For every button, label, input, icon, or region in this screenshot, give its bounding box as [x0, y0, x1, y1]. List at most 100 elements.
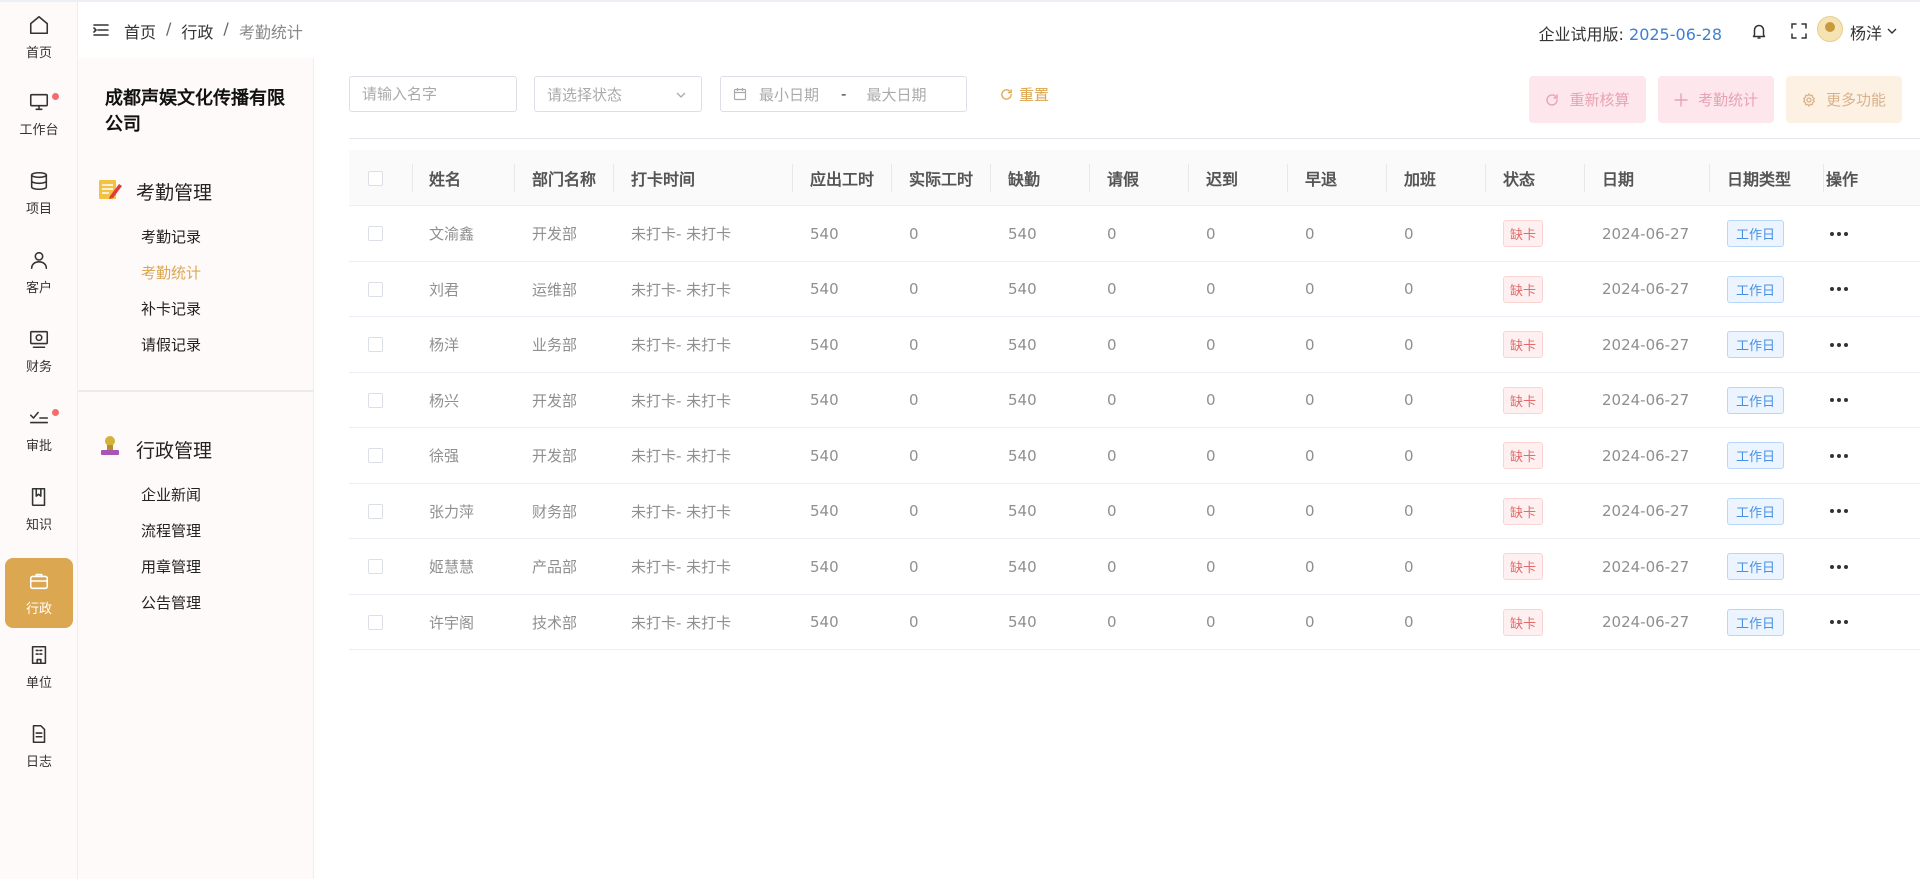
date-range-picker[interactable]: 最小日期 - 最大日期: [720, 76, 967, 112]
menu-item-seal-mgmt[interactable]: 用章管理: [141, 556, 201, 577]
menu-item-company-news[interactable]: 企业新闻: [141, 484, 201, 505]
menu-item-attendance-stats[interactable]: 考勤统计: [141, 262, 201, 283]
more-actions-icon[interactable]: [1830, 564, 1848, 569]
menu-item-process-mgmt[interactable]: 流程管理: [141, 520, 201, 541]
rail-item-unit[interactable]: 单位: [5, 632, 73, 702]
menu-item-makeup-records[interactable]: 补卡记录: [141, 298, 201, 319]
name-search-field[interactable]: [349, 76, 517, 112]
bell-icon[interactable]: [1750, 22, 1768, 40]
more-actions-icon[interactable]: [1830, 231, 1848, 236]
more-functions-button[interactable]: 更多功能: [1786, 76, 1902, 123]
cell-dept: 业务部: [532, 336, 578, 354]
more-actions-icon[interactable]: [1830, 398, 1848, 402]
cell-early-leave: 0: [1305, 280, 1315, 298]
cell-overtime: 0: [1404, 391, 1414, 409]
date-type-badge: 工作日: [1727, 553, 1785, 580]
app-rail: 首页 工作台 项目 客户 财务 审批 知识 行政 单位 日志: [0, 2, 78, 879]
cell-absent: 540: [1008, 224, 1037, 243]
column-header-status[interactable]: 状态: [1503, 150, 1535, 206]
cell-dept: 开发部: [532, 391, 578, 410]
column-header-due-hours[interactable]: 应出工时: [810, 150, 874, 206]
chevron-down-icon[interactable]: [1886, 25, 1898, 37]
column-header-actual-hours[interactable]: 实际工时: [909, 150, 973, 206]
column-header-absent[interactable]: 缺勤: [1008, 150, 1040, 206]
cell-clock-time: 未打卡- 未打卡: [631, 558, 732, 576]
cell-date: 2024-06-27: [1602, 391, 1690, 409]
cell-dept: 开发部: [532, 447, 578, 465]
cell-actual-hours: 0: [909, 224, 919, 243]
reset-button[interactable]: 重置: [1000, 84, 1049, 105]
menu-item-attendance-records[interactable]: 考勤记录: [141, 226, 201, 247]
rail-item-admin[interactable]: 行政: [5, 558, 73, 628]
username[interactable]: 杨洋: [1850, 20, 1882, 44]
column-header-name[interactable]: 姓名: [429, 150, 461, 206]
fullscreen-icon[interactable]: [1790, 22, 1808, 40]
column-header-leave[interactable]: 请假: [1107, 150, 1139, 206]
status-badge: 缺卡: [1503, 442, 1544, 469]
cell-leave: 0: [1107, 502, 1117, 520]
cell-clock-time: 未打卡- 未打卡: [631, 336, 732, 354]
row-checkbox[interactable]: [368, 337, 383, 352]
table-row: 姬慧慧 产品部 未打卡- 未打卡 540 0 540 0 0 0 0 缺卡 20…: [349, 539, 1920, 595]
row-checkbox[interactable]: [368, 559, 383, 574]
rail-item-project[interactable]: 项目: [5, 158, 73, 228]
menu-fold-icon[interactable]: [92, 21, 110, 39]
breadcrumb-item-admin[interactable]: 行政: [181, 19, 213, 43]
monitor-icon: [29, 93, 49, 110]
row-checkbox[interactable]: [368, 226, 383, 241]
rail-item-knowledge[interactable]: 知识: [5, 474, 73, 544]
select-all-checkbox[interactable]: [368, 170, 383, 186]
row-checkbox[interactable]: [368, 503, 383, 519]
more-actions-icon[interactable]: [1830, 509, 1848, 513]
rail-item-customer[interactable]: 客户: [5, 237, 73, 307]
column-separator: [1584, 164, 1585, 192]
avatar[interactable]: [1817, 16, 1843, 42]
column-header-clock-time[interactable]: 打卡时间: [631, 150, 695, 206]
column-header-date[interactable]: 日期: [1602, 150, 1634, 206]
cell-due-hours: 540: [810, 557, 839, 576]
breadcrumb-item-home[interactable]: 首页: [124, 19, 156, 43]
date-max-placeholder[interactable]: 最大日期: [866, 84, 926, 105]
attendance-stats-label: 考勤统计: [1697, 91, 1758, 109]
group-title-attendance[interactable]: 考勤管理: [136, 178, 212, 205]
rail-item-log[interactable]: 日志: [5, 711, 73, 781]
column-header-overtime[interactable]: 加班: [1404, 150, 1436, 206]
recheck-button[interactable]: 重新核算: [1529, 76, 1646, 123]
group-title-admin[interactable]: 行政管理: [136, 436, 212, 463]
row-checkbox[interactable]: [368, 448, 383, 463]
plus-icon: [1674, 92, 1688, 107]
cell-due-hours: 540: [810, 391, 839, 409]
cell-late: 0: [1206, 335, 1216, 354]
column-header-late[interactable]: 迟到: [1206, 150, 1238, 206]
status-select[interactable]: 请选择状态: [534, 76, 702, 112]
menu-item-notice-mgmt[interactable]: 公告管理: [141, 592, 201, 613]
status-badge: 缺卡: [1503, 497, 1544, 525]
cell-actual-hours: 0: [909, 280, 919, 298]
more-actions-icon[interactable]: [1830, 453, 1848, 458]
status-select-placeholder: 请选择状态: [547, 85, 623, 104]
column-header-date-type[interactable]: 日期类型: [1727, 150, 1791, 206]
cell-due-hours: 540: [810, 613, 839, 631]
column-header-early-leave[interactable]: 早退: [1305, 150, 1337, 206]
status-badge: 缺卡: [1503, 553, 1544, 580]
more-actions-icon[interactable]: [1830, 620, 1848, 624]
rail-item-workbench[interactable]: 工作台: [5, 79, 73, 149]
attendance-stats-button[interactable]: 考勤统计: [1658, 76, 1774, 123]
row-checkbox[interactable]: [368, 614, 383, 630]
row-checkbox[interactable]: [368, 392, 383, 408]
column-header-dept[interactable]: 部门名称: [532, 150, 596, 206]
more-actions-icon[interactable]: [1830, 342, 1848, 347]
company-name: 成都声娱文化传播有限公司: [105, 88, 285, 135]
menu-item-leave-records[interactable]: 请假记录: [141, 334, 201, 355]
more-actions-icon[interactable]: [1830, 287, 1848, 291]
rail-item-home[interactable]: 首页: [5, 2, 73, 72]
row-checkbox[interactable]: [368, 281, 383, 297]
home-icon: [29, 15, 49, 34]
column-separator: [1386, 164, 1387, 192]
rail-item-approval[interactable]: 审批: [5, 395, 73, 465]
name-search-input[interactable]: [362, 85, 516, 103]
breadcrumb-item-current: 考勤统计: [238, 23, 303, 42]
date-min-placeholder[interactable]: 最小日期: [759, 84, 819, 105]
cell-late: 0: [1206, 446, 1216, 465]
rail-item-finance[interactable]: 财务: [5, 316, 73, 386]
